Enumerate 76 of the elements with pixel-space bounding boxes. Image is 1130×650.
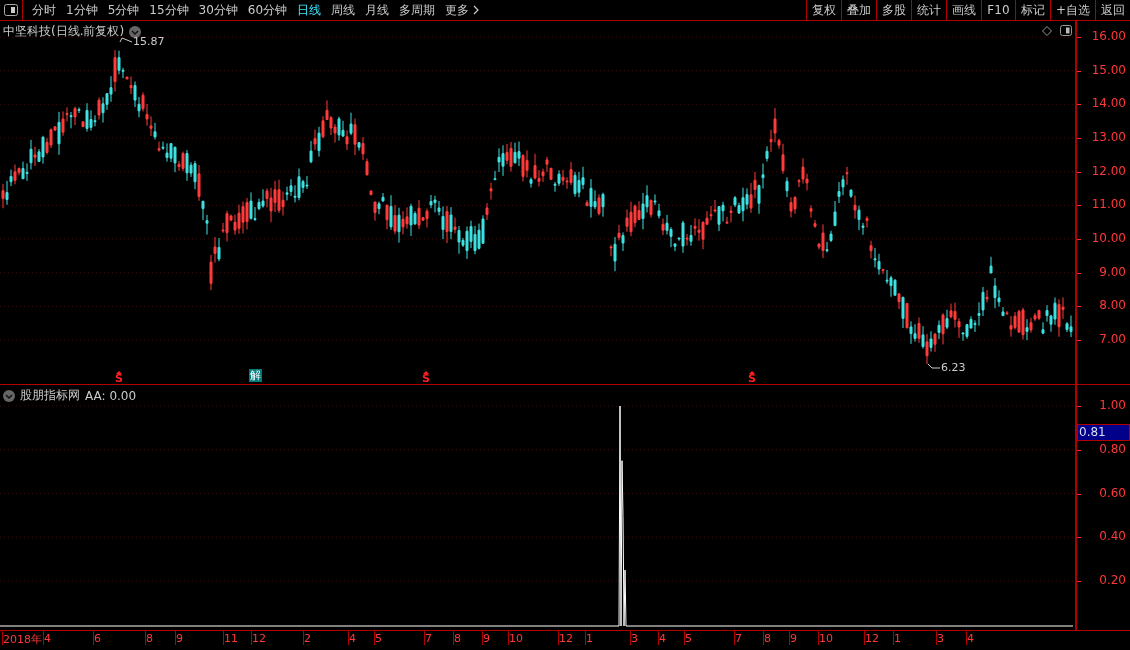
time-axis-label: 2	[304, 632, 311, 645]
chevron-down-icon[interactable]	[3, 389, 15, 402]
indicator-reading: AA: 0.00	[85, 388, 137, 403]
panel-toggle-icon[interactable]	[1060, 25, 1072, 36]
toolbar-button[interactable]: 复权	[805, 0, 841, 20]
more-button[interactable]: 更多	[440, 0, 485, 20]
price-axis-label: 11.00	[1091, 197, 1126, 212]
price-axis-label: 16.00	[1091, 29, 1126, 43]
chevron-right-icon	[473, 5, 480, 15]
price-axis-label: 8.00	[1099, 298, 1126, 313]
stock-title: 中坚科技(日线.前复权)	[3, 23, 125, 40]
time-axis-label: 12	[865, 632, 879, 645]
period-tab[interactable]: 分时	[27, 0, 61, 20]
toolbar-button[interactable]: 标记	[1014, 0, 1050, 20]
price-axis-label: 9.00	[1099, 264, 1126, 279]
time-axis-label: 1	[894, 632, 901, 645]
time-axis-label: 2018年	[3, 632, 42, 647]
cursor-value-label: 0.81	[1077, 424, 1130, 441]
time-axis-label: 5	[685, 632, 692, 645]
toolbar-button[interactable]: +自选	[1049, 0, 1095, 20]
time-axis-label: 4	[44, 632, 51, 645]
panel-toggle-icon	[4, 4, 18, 16]
leader-line	[927, 363, 941, 369]
period-tab[interactable]: 5分钟	[102, 0, 145, 20]
toolbar-button[interactable]: 统计	[910, 0, 946, 20]
leader-line	[119, 37, 133, 43]
time-axis-label: 3	[937, 632, 944, 645]
price-axis-label: 13.00	[1091, 130, 1126, 144]
period-tab[interactable]: 1分钟	[61, 0, 103, 20]
time-axis-label: 12	[559, 632, 573, 645]
period-tab[interactable]: 周线	[326, 0, 361, 20]
high-price-label: 15.87	[133, 35, 165, 48]
toolbar-button[interactable]: 返回	[1095, 0, 1130, 20]
time-axis-label: 10	[819, 632, 833, 645]
price-axis-label: 7.00	[1099, 332, 1126, 346]
indicator-title: 股朋指标网	[20, 387, 80, 404]
time-axis-label: 3	[631, 632, 638, 645]
indicator-axis-label: 0.40	[1099, 529, 1126, 544]
period-tab[interactable]: 30分钟	[193, 0, 243, 20]
time-axis-label: 4	[349, 632, 356, 645]
price-axis-label: 12.00	[1091, 163, 1126, 178]
time-axis-label: 8	[454, 632, 461, 645]
time-axis-label: 9	[483, 632, 490, 645]
price-axis-label: 10.00	[1091, 231, 1126, 245]
indicator-axis-label: 1.00	[1099, 398, 1126, 412]
time-axis-label: 4	[659, 632, 666, 645]
time-axis-label: 8	[146, 632, 153, 645]
event-badge: 解	[249, 369, 262, 382]
period-tab[interactable]: 多周期	[394, 0, 441, 20]
time-axis-label: 7	[425, 632, 432, 645]
time-axis-label: 1	[586, 632, 593, 645]
low-price-label: 6.23	[941, 361, 966, 374]
time-axis-label: 12	[252, 632, 266, 645]
chevron-down-icon[interactable]	[129, 25, 142, 38]
period-tab[interactable]: 月线	[360, 0, 395, 20]
time-axis-label: 11	[224, 632, 238, 645]
indicator-axis-label: 0.20	[1099, 573, 1126, 587]
time-axis-label: 4	[967, 632, 974, 645]
toolbar-button[interactable]: F10	[980, 0, 1015, 20]
time-axis-label: 6	[94, 632, 101, 645]
period-tab[interactable]: 日线	[292, 0, 327, 20]
period-tab[interactable]: 60分钟	[242, 0, 293, 20]
time-axis-label: 5	[375, 632, 382, 645]
time-axis-label: 9	[790, 632, 797, 645]
time-axis-label: 10	[509, 632, 523, 645]
time-axis-label: 8	[764, 632, 771, 645]
price-axis-label: 14.00	[1091, 96, 1126, 111]
toolbar-button[interactable]: 叠加	[840, 0, 876, 20]
toolbar-button[interactable]: 画线	[945, 0, 981, 20]
toolbar-button[interactable]: 多股	[875, 0, 911, 20]
time-axis-label: 9	[176, 632, 183, 645]
time-axis-label: 7	[735, 632, 742, 645]
indicator-axis-label: 0.60	[1099, 485, 1126, 500]
indicator-axis-label: 0.80	[1099, 441, 1126, 456]
period-tab[interactable]: 15分钟	[144, 0, 194, 20]
price-axis-label: 15.00	[1091, 62, 1126, 77]
